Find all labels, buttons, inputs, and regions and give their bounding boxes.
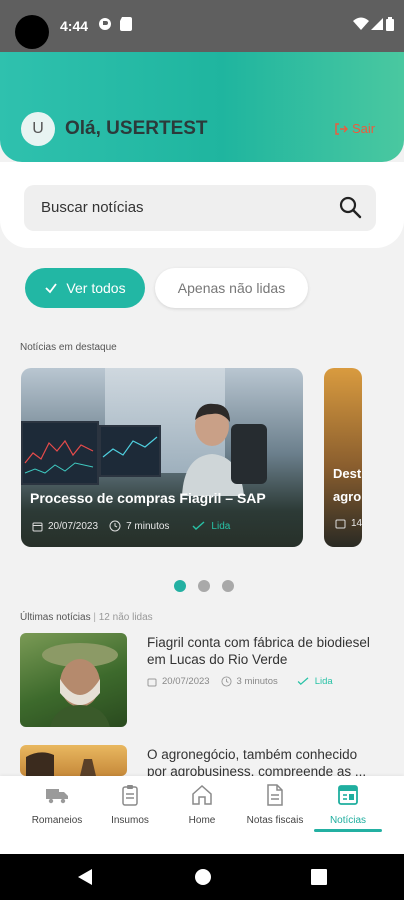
active-tab-indicator [314,829,382,832]
unread-count: 12 não lidas [98,612,153,623]
sd-card-icon [120,17,132,34]
greeting-text: Olá, USERTEST [65,118,208,139]
clock-icon [109,520,121,532]
battery-icon [386,17,394,34]
nav-label: Insumos [111,815,149,826]
camera-cutout [15,15,49,49]
sync-icon [98,17,112,34]
featured-card-date: 20/07/2023 [48,520,99,532]
monitor-image [99,425,161,477]
logout-icon [335,122,348,135]
carousel-dot[interactable] [222,580,234,592]
latest-label: Últimas notícias [20,612,91,623]
read-check-icon [192,521,205,530]
carousel-dot[interactable] [174,580,186,592]
clock-icon [221,676,232,687]
status-bar: 4:44 [0,0,404,52]
filter-all-label: Ver todos [66,280,126,296]
avatar[interactable]: U [21,112,55,146]
featured-card-title: Processo de compras Fiagril – SAP [30,490,266,506]
carousel-dot[interactable] [198,580,210,592]
newspaper-icon [338,785,358,805]
featured-card-next-meta: 14 [335,518,362,529]
truck-icon [46,789,68,804]
news-item-status: Lida [314,676,333,687]
news-thumbnail[interactable] [20,633,127,727]
featured-card-next-date: 14 [351,518,362,529]
read-check-icon [297,677,309,686]
news-item-date: 20/07/2023 [162,676,210,687]
search-icon[interactable] [338,195,362,219]
nav-insumos[interactable]: Insumos [90,783,170,843]
news-item-meta: 20/07/2023 3 minutos Lida [147,676,333,687]
featured-card-next-title-line2: agrob [333,489,362,504]
system-navigation-bar [0,854,404,900]
check-icon [45,283,58,294]
wifi-icon [353,17,369,34]
calendar-icon [147,678,157,686]
calendar-icon [32,522,43,531]
logout-button[interactable]: Sair [334,121,375,136]
clipboard-icon [122,785,138,806]
filter-all-chip[interactable]: Ver todos [25,268,145,308]
featured-card-next[interactable]: Dest agrob 14 [324,368,362,547]
status-time: 4:44 [60,18,89,34]
featured-card-status: Lida [211,520,231,532]
news-thumbnail[interactable] [20,745,127,776]
chair-image [231,424,267,484]
news-item-title[interactable]: O agronegócio, também conhecido por agro… [147,746,372,776]
nav-label: Home [188,815,216,826]
search-placeholder: Buscar notícias [41,199,144,216]
nav-home[interactable]: Home [162,783,242,843]
featured-card-next-title-line1: Dest [333,466,362,481]
latest-section-label: Últimas notícias | 12 não lidas [20,612,153,623]
monitor-image [21,421,99,485]
featured-card-meta: 20/07/2023 7 minutos Lida [32,520,230,532]
document-icon [267,784,283,806]
calendar-icon [335,519,346,529]
featured-card-read-time: 7 minutos [126,520,170,532]
filter-unread-chip[interactable]: Apenas não lidas [155,268,308,308]
back-icon[interactable] [76,867,94,887]
greeting-header [0,52,404,162]
divider: | [93,612,96,623]
nav-label: Notas fiscais [246,815,304,826]
filter-unread-label: Apenas não lidas [177,280,286,296]
home-circle-icon[interactable] [193,867,213,887]
carousel-indicator [174,580,234,592]
news-item-title[interactable]: Fiagril conta com fábrica de biodiesel e… [147,634,372,668]
featured-section-label: Notícias em destaque [20,342,117,353]
recents-icon[interactable] [310,868,328,886]
home-icon [192,784,212,805]
logout-label: Sair [352,121,376,136]
nav-notas-fiscais[interactable]: Notas fiscais [235,783,315,843]
news-item-read-time: 3 minutos [236,676,278,687]
nav-romaneios[interactable]: Romaneios [17,783,97,843]
featured-card[interactable]: Processo de compras Fiagril – SAP 20/07/… [21,368,303,547]
nav-label: Notícias [329,815,367,826]
signal-icon [371,17,383,34]
nav-label: Romaneios [31,815,83,826]
nav-noticias[interactable]: Notícias [308,783,388,843]
